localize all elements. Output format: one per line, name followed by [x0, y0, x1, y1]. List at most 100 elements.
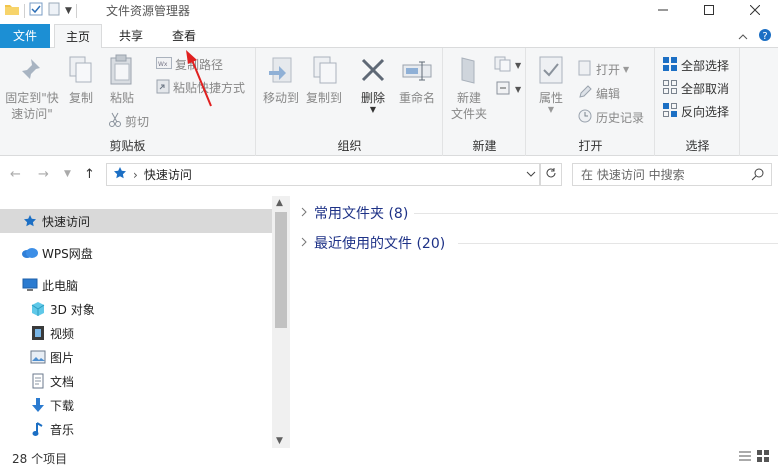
- new-item-button[interactable]: ▼: [494, 56, 521, 75]
- recent-files-group-header[interactable]: 最近使用的文件 (20): [300, 233, 445, 253]
- nav-item-downloads[interactable]: 下载: [0, 393, 272, 417]
- new-group-label: 新建: [472, 139, 497, 153]
- close-button[interactable]: [732, 0, 778, 20]
- breadcrumb-quick-access[interactable]: 快速访问: [144, 166, 192, 183]
- open-group: 属性 ▼ 打开 ▼ 编辑 历史记录 打开: [527, 48, 655, 156]
- music-note-icon: [28, 421, 48, 437]
- open-file-icon: [577, 60, 593, 79]
- status-bar: 28 个项目: [0, 448, 778, 465]
- svg-text:Wx: Wx: [158, 61, 168, 68]
- nav-item-wps-cloud[interactable]: WPS网盘: [0, 241, 272, 265]
- breadcrumb-separator-icon[interactable]: ›: [133, 168, 138, 182]
- details-view-icon[interactable]: [738, 449, 752, 465]
- paste-shortcut-button[interactable]: 粘贴快捷方式: [156, 78, 245, 97]
- recent-locations-icon[interactable]: ▼: [64, 169, 71, 179]
- search-icon[interactable]: [751, 167, 765, 184]
- qat-dropdown-icon[interactable]: ▼: [65, 6, 72, 16]
- rename-icon: [402, 59, 432, 85]
- rename-button[interactable]: 重命名: [395, 54, 439, 106]
- nav-item-this-pc[interactable]: 此电脑: [0, 273, 272, 297]
- refresh-icon: [545, 167, 557, 182]
- search-placeholder: 在 快速访问 中搜索: [581, 168, 685, 182]
- large-icons-view-icon[interactable]: [756, 449, 770, 465]
- organize-group-label: 组织: [337, 139, 362, 153]
- paste-button[interactable]: 粘贴: [102, 54, 142, 106]
- delete-button[interactable]: 删除 ▼: [355, 54, 391, 114]
- quick-access-star-icon: [113, 166, 127, 183]
- scrollbar-thumb[interactable]: [275, 212, 287, 328]
- pin-to-quick-access-button[interactable]: 固定到"快 速访问": [4, 54, 60, 122]
- nav-item-pictures[interactable]: 图片: [0, 345, 272, 369]
- select-none-button[interactable]: 全部取消: [662, 79, 729, 98]
- copy-button[interactable]: 复制: [62, 54, 100, 106]
- organize-group: 移动到 复制到 删除 ▼ 重命名 组织: [257, 48, 443, 156]
- scroll-down-icon[interactable]: ▼: [276, 436, 283, 446]
- cut-button[interactable]: 剪切: [108, 112, 149, 131]
- collapse-ribbon-icon[interactable]: [738, 30, 748, 44]
- refresh-button[interactable]: [540, 163, 562, 186]
- nav-pane-scrollbar[interactable]: ▲ ▼: [272, 196, 290, 448]
- nav-item-music[interactable]: 音乐: [0, 417, 272, 441]
- scroll-up-icon[interactable]: ▲: [276, 198, 283, 208]
- select-all-button[interactable]: 全部选择: [662, 56, 729, 75]
- tab-view[interactable]: 查看: [160, 24, 208, 48]
- expand-chevron-icon[interactable]: [300, 237, 314, 250]
- cloud-icon: [20, 247, 40, 259]
- clipboard-group: 固定到"快 速访问" 复制 粘贴 Wx 复制路径 粘贴快捷方式 剪切 剪贴板: [0, 48, 256, 156]
- copy-path-icon: Wx: [156, 57, 172, 72]
- address-dropdown-icon[interactable]: [525, 167, 537, 184]
- open-group-label: 打开: [578, 139, 603, 153]
- nav-item-quick-access[interactable]: 快速访问: [0, 209, 272, 233]
- edit-button[interactable]: 编辑: [577, 84, 620, 103]
- navigation-bar: ← → ▼ ↑ › 快速访问 在 快速访问 中搜索: [0, 163, 778, 187]
- copy-to-button[interactable]: 复制到: [303, 54, 345, 106]
- tab-home[interactable]: 主页: [54, 24, 102, 49]
- nav-item-3d-objects[interactable]: 3D 对象: [0, 297, 272, 321]
- content-pane: 常用文件夹 (8) 最近使用的文件 (20): [292, 196, 778, 448]
- nav-item-documents[interactable]: 文档: [0, 369, 272, 393]
- tab-file[interactable]: 文件: [0, 24, 50, 48]
- move-to-button[interactable]: 移动到: [261, 54, 301, 106]
- nav-item-videos[interactable]: 视频: [0, 321, 272, 345]
- cube-icon: [28, 301, 48, 317]
- delete-dropdown-icon[interactable]: ▼: [370, 106, 376, 114]
- open-button[interactable]: 打开 ▼: [577, 60, 629, 79]
- star-pin-icon: [20, 214, 40, 228]
- properties-check-icon[interactable]: [29, 2, 43, 19]
- copy-icon: [68, 55, 94, 89]
- history-button[interactable]: 历史记录: [577, 108, 644, 127]
- new-group: 新建 文件夹 ▼ ▼ 新建: [444, 48, 526, 156]
- film-icon: [28, 325, 48, 341]
- folder-icon: [4, 2, 20, 19]
- up-arrow-icon[interactable]: ↑: [84, 167, 95, 182]
- ribbon-tabs: 文件 主页 共享 查看 ?: [0, 24, 778, 49]
- properties-button[interactable]: 属性 ▼: [531, 54, 571, 114]
- expand-chevron-icon[interactable]: [300, 207, 314, 220]
- address-bar[interactable]: › 快速访问: [106, 163, 540, 186]
- new-folder-button[interactable]: 新建 文件夹: [448, 54, 490, 122]
- new-folder-icon: [458, 55, 480, 89]
- easy-access-button[interactable]: ▼: [494, 80, 521, 99]
- document-icon: [28, 373, 48, 389]
- forward-arrow-icon[interactable]: →: [38, 167, 49, 182]
- search-input[interactable]: 在 快速访问 中搜索: [572, 163, 772, 186]
- minimize-button[interactable]: [640, 0, 686, 20]
- invert-selection-icon: [662, 102, 678, 121]
- tab-share[interactable]: 共享: [108, 24, 154, 48]
- svg-text:?: ?: [762, 31, 767, 42]
- item-count: 28 个项目: [12, 452, 68, 465]
- new-folder-qat-icon[interactable]: [47, 2, 61, 19]
- frequent-folders-group-header[interactable]: 常用文件夹 (8): [300, 203, 408, 223]
- download-arrow-icon: [28, 397, 48, 413]
- invert-selection-button[interactable]: 反向选择: [662, 102, 729, 121]
- help-icon[interactable]: ?: [758, 28, 772, 45]
- move-to-icon: [267, 55, 295, 89]
- maximize-button[interactable]: [686, 0, 732, 20]
- new-item-icon: [494, 56, 512, 75]
- delete-x-icon: [360, 57, 386, 87]
- title-bar: ▼ 文件资源管理器: [0, 0, 778, 20]
- back-arrow-icon[interactable]: ←: [10, 167, 21, 182]
- properties-icon: [538, 55, 564, 89]
- copy-path-button[interactable]: Wx 复制路径: [156, 56, 223, 73]
- copy-to-icon: [310, 55, 338, 89]
